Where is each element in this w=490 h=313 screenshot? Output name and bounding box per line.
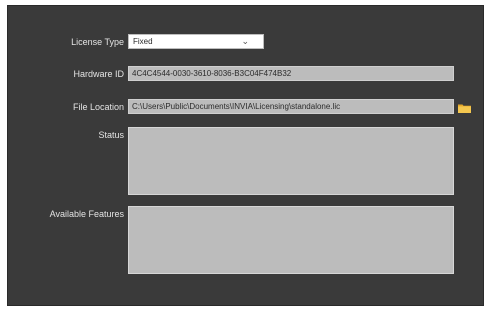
license-type-dropdown[interactable]: Fixed ⌄: [128, 34, 264, 49]
hardware-id-label: Hardware ID: [73, 69, 124, 79]
license-type-label: License Type: [71, 37, 124, 47]
license-type-selected-value: Fixed: [133, 37, 153, 46]
file-location-value: C:\Users\Public\Documents\INVIA\Licensin…: [132, 102, 341, 111]
status-label: Status: [98, 130, 124, 140]
file-location-label: File Location: [72, 102, 124, 112]
hardware-id-field[interactable]: 4C4C4544-0030-3610-8036-B3C04F474B32: [128, 66, 454, 81]
hardware-id-value: 4C4C4544-0030-3610-8036-B3C04F474B32: [132, 69, 292, 78]
chevron-down-icon: ⌄: [241, 36, 249, 46]
available-features-textarea[interactable]: [128, 206, 454, 274]
folder-icon[interactable]: [458, 100, 471, 113]
status-textarea[interactable]: [128, 127, 454, 195]
file-location-field[interactable]: C:\Users\Public\Documents\INVIA\Licensin…: [128, 99, 454, 114]
license-settings-panel: License Type Fixed ⌄ Hardware ID 4C4C454…: [7, 5, 484, 306]
available-features-label: Available Features: [49, 209, 124, 219]
